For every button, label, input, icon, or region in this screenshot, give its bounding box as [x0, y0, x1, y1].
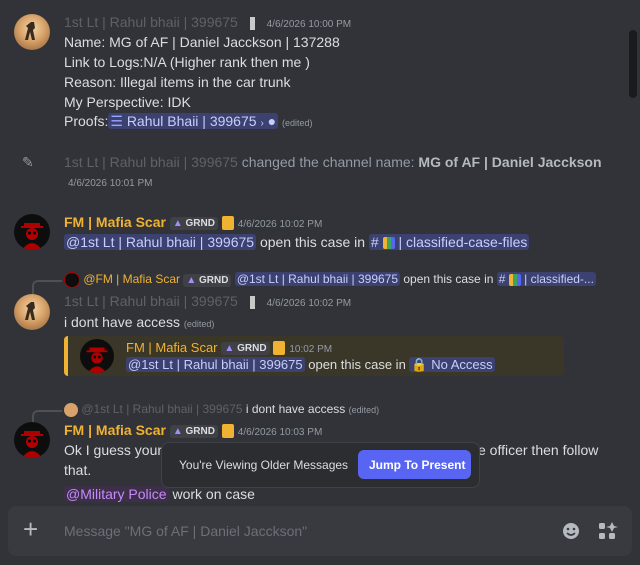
older-messages-bar: You're Viewing Older Messages Jump To Pr…	[161, 442, 480, 488]
channel-mention[interactable]: # | classified-case-files	[368, 234, 530, 250]
badge-icon	[249, 16, 255, 30]
flame-icon: ▲	[186, 274, 197, 286]
apps-button[interactable]	[596, 520, 618, 542]
avatar[interactable]	[14, 422, 50, 458]
message-input[interactable]: Message "MG of AF | Daniel Jacckson"	[64, 523, 544, 541]
reply-text: i dont have access	[245, 402, 346, 416]
reply-username[interactable]: @FM | Mafia Scar	[83, 272, 180, 286]
no-access-channel[interactable]: 🔒 No Access	[409, 357, 495, 372]
speech-bubble-icon: ●	[267, 113, 277, 129]
reply-connector	[32, 280, 62, 294]
message-composer: + Message "MG of AF | Daniel Jacckson"	[8, 506, 632, 556]
message-line: Link to Logs:N/A (Higher rank then me )	[64, 54, 310, 70]
message-text: that.	[64, 462, 92, 478]
timestamp: 4/6/2026 10:02 PM	[237, 219, 323, 230]
embed-username[interactable]: FM | Mafia Scar	[126, 340, 218, 355]
jump-to-present-button[interactable]: Jump To Present	[358, 450, 471, 479]
user-mention[interactable]: @1st Lt | Rahul bhaii | 399675	[126, 357, 305, 372]
reply-avatar[interactable]	[64, 272, 80, 288]
lock-icon: 🔒	[411, 357, 428, 372]
thread-icon: ☰	[110, 113, 127, 129]
message-line: My Perspective: IDK	[64, 94, 191, 110]
username[interactable]: FM | Mafia Scar	[64, 214, 166, 230]
system-action: changed the channel name:	[237, 154, 419, 170]
username[interactable]: FM | Mafia Scar	[64, 422, 166, 438]
flame-icon: ▲	[172, 217, 183, 229]
channel-emoji-icon	[382, 237, 395, 250]
lock-icon	[221, 424, 234, 439]
message-embed[interactable]: FM | Mafia Scar ▲ GRND 10:02 PM @1st Lt …	[64, 336, 564, 376]
embed-avatar[interactable]	[80, 339, 114, 373]
guild-tag[interactable]: ▲ GRND	[169, 424, 218, 438]
guild-tag[interactable]: ▲ GRND	[221, 341, 270, 355]
message-text: Ok I guess your a	[64, 442, 174, 458]
embed-time: 10:02 PM	[289, 344, 333, 355]
timestamp: 4/6/2026 10:02 PM	[266, 298, 352, 309]
edited-label: (edited)	[348, 405, 380, 415]
user-mention[interactable]: @1st Lt | Rahul bhaii | 399675	[64, 234, 257, 250]
username[interactable]: 1st Lt | Rahul bhaii | 399675	[64, 154, 238, 170]
proofs-label: Proofs:	[64, 113, 109, 129]
username[interactable]: 1st Lt | Rahul bhaii | 399675	[64, 14, 238, 30]
channel-mention[interactable]: # | classified-...	[496, 272, 596, 287]
scrollbar[interactable]	[629, 30, 637, 98]
sticker-button[interactable]	[560, 520, 582, 542]
avatar[interactable]	[14, 214, 50, 250]
edited-label: (edited)	[282, 118, 313, 128]
guild-tag[interactable]: ▲ GRND	[169, 216, 218, 230]
reply-mention[interactable]: @1st Lt | Rahul bhaii | 399675	[234, 272, 401, 287]
chevron-right-icon: ›	[260, 118, 264, 129]
guild-tag[interactable]: ▲ GRND	[183, 273, 232, 287]
role-mention[interactable]: @Military Police	[64, 486, 169, 502]
lock-icon	[221, 216, 234, 231]
flame-icon: ▲	[224, 342, 235, 354]
older-messages-text: You're Viewing Older Messages	[179, 458, 349, 472]
timestamp: 4/6/2026 10:01 PM	[68, 178, 153, 189]
add-attachment-button[interactable]: +	[18, 514, 48, 546]
timestamp: 4/6/2026 10:00 PM	[266, 19, 352, 30]
avatar[interactable]	[14, 294, 50, 330]
channel-emoji-icon	[508, 274, 521, 286]
message-line: Reason: Illegal items in the car trunk	[64, 74, 291, 90]
avatar[interactable]	[14, 14, 50, 50]
thread-link[interactable]: ☰ Rahul Bhaii | 399675 › ●	[108, 113, 279, 129]
edited-label: (edited)	[183, 319, 215, 329]
reply-avatar[interactable]	[64, 402, 78, 417]
badge-icon	[249, 295, 255, 309]
username[interactable]: 1st Lt | Rahul bhaii | 399675	[64, 293, 238, 309]
timestamp: 4/6/2026 10:03 PM	[237, 427, 323, 438]
plus-icon: +	[23, 514, 39, 544]
message-text: i dont have access	[64, 314, 180, 330]
lock-icon	[273, 341, 286, 356]
message-line: Name: MG of AF | Daniel Jacckson | 13728…	[64, 34, 340, 50]
channel-name: MG of AF | Daniel Jacckson	[418, 154, 602, 170]
reply-username[interactable]: @1st Lt | Rahul bhaii | 399675	[81, 402, 242, 416]
smiley-icon	[563, 523, 579, 539]
pencil-icon: ✎	[22, 154, 34, 170]
apps-icon	[599, 522, 618, 539]
flame-icon: ▲	[172, 425, 183, 437]
message-text: e officer then follow	[478, 442, 599, 458]
